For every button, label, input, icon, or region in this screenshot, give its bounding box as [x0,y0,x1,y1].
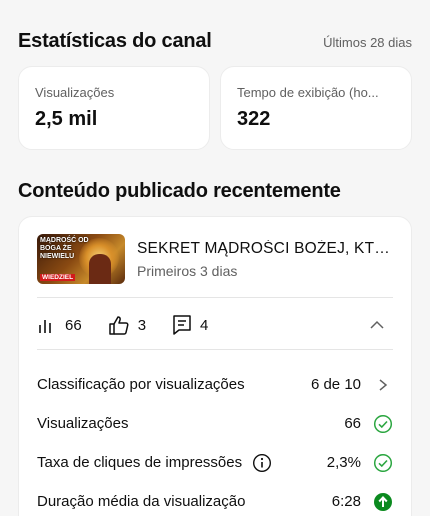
video-title[interactable]: SEKRET MĄDROŚCI BOŻEJ, KTÓR... [137,240,393,258]
arrow-up-circle-icon [374,492,392,511]
channel-stats-title: Estatísticas do canal [18,30,212,52]
watch-time-stat-label: Tempo de exibição (ho... [237,85,379,100]
stats-list: Classificação por visualizações 6 de 10 … [37,365,393,516]
avg-duration-value: 6:28 [331,493,361,510]
thumbnail-text-top: MĄDROŚĆ OD BOGA ŻE NIEWIELU [40,237,89,260]
channel-stats-header: Estatísticas do canal Últimos 28 dias [18,30,412,53]
thumbnail-figure [89,254,111,284]
check-circle-icon [373,414,393,433]
comment-icon [173,315,191,335]
views-row-label: Visualizações [37,415,129,432]
ctr-row-value: 2,3% [326,454,361,471]
views-row: Visualizações 66 [37,404,393,443]
recent-video-card: MĄDROŚĆ OD BOGA ŻE NIEWIELU WIEDZIEL SEK… [18,216,412,516]
views-stat-label: Visualizações [35,85,115,100]
video-item[interactable]: MĄDROŚĆ OD BOGA ŻE NIEWIELU WIEDZIEL SEK… [37,233,393,285]
watch-time-stat-card[interactable]: Tempo de exibição (ho... 322 [220,66,412,150]
ctr-row: Taxa de cliques de impressões 2,3% [37,443,393,482]
rank-row[interactable]: Classificação por visualizações 6 de 10 [37,365,393,404]
avg-duration-label: Duração média da visualização [37,493,246,510]
likes-metric: 3 [108,315,146,335]
period-label: Últimos 28 dias [323,35,412,50]
metrics-row: 66 3 4 [37,313,393,337]
bar-chart-icon [39,320,51,333]
chevron-right-icon[interactable] [375,377,391,393]
rank-value: 6 de 10 [310,376,361,393]
views-metric-value: 66 [65,316,82,334]
watch-time-stat-value: 322 [237,108,271,130]
divider [37,297,393,298]
rank-label: Classificação por visualizações [37,376,245,393]
avg-duration-row: Duração média da visualização 6:28 [37,482,393,516]
views-stat-value: 2,5 mil [35,108,98,130]
check-circle-icon [373,453,393,472]
comments-metric-value: 4 [200,316,209,334]
views-row-value: 66 [344,415,361,432]
video-subtitle: Primeiros 3 dias [137,262,238,279]
views-stat-card[interactable]: Visualizações 2,5 mil [18,66,210,150]
ctr-row-label: Taxa de cliques de impressões [37,454,243,471]
likes-metric-value: 3 [137,316,147,334]
divider [37,349,393,350]
thumbnail-text-bottom: WIEDZIEL [40,274,76,281]
views-metric: 66 [37,316,82,334]
recent-content-title: Conteúdo publicado recentemente [18,180,341,202]
info-icon[interactable] [252,453,272,473]
thumbs-up-icon [108,316,129,335]
recent-content-header: Conteúdo publicado recentemente [18,180,412,203]
chevron-up-icon[interactable] [367,315,387,335]
video-thumbnail[interactable]: MĄDROŚĆ OD BOGA ŻE NIEWIELU WIEDZIEL [37,234,125,284]
comments-metric: 4 [172,314,208,336]
